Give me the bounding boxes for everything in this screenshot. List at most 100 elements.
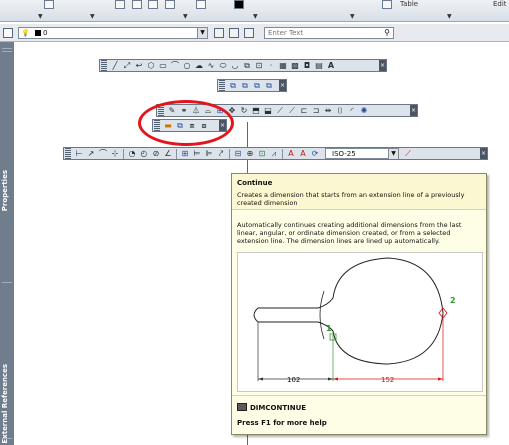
color-swatch-icon[interactable] [234, 0, 244, 9]
layer-states-icon[interactable] [244, 28, 254, 38]
dimension-edit-icon[interactable]: A [286, 149, 296, 159]
send-to-back-icon[interactable]: ⧉ [240, 81, 250, 91]
close-icon[interactable]: × [279, 80, 286, 91]
circle-icon[interactable]: ○ [182, 61, 192, 71]
gradient-icon[interactable]: ▩ [290, 61, 300, 71]
palette-tab-external-references[interactable]: External References [1, 364, 9, 444]
ribbon-panel-edit[interactable]: Edit [493, 0, 507, 8]
chamfer-icon[interactable]: ⌷ [335, 106, 345, 116]
ribbon-tool-icon[interactable] [44, 0, 54, 9]
dimension-style-icon[interactable]: ⟋ [403, 149, 413, 159]
chevron-down-icon[interactable]: ▼ [197, 28, 207, 38]
quick-leader-icon[interactable]: ⤤ [216, 149, 226, 159]
ellipse-icon[interactable]: ⬭ [218, 61, 228, 71]
layer-dropdown[interactable]: 💡 0 ▼ [18, 27, 208, 39]
ribbon-dropdown-arrow[interactable]: ▼ [38, 13, 43, 20]
rotate-icon[interactable]: ↻ [239, 106, 249, 116]
ellipse-arc-icon[interactable]: ◡ [230, 61, 240, 71]
table-icon[interactable]: ▤ [314, 61, 324, 71]
multiline-text-icon[interactable]: A [326, 61, 336, 71]
close-icon[interactable]: × [379, 60, 386, 71]
explode-icon[interactable]: ✺ [359, 106, 369, 116]
palette-grip[interactable] [2, 51, 12, 52]
layer-previous-icon[interactable] [229, 28, 239, 38]
radius-dimension-icon[interactable]: ◔ [127, 149, 137, 159]
dimension-style-dropdown[interactable]: ISO-25 ▼ [325, 148, 399, 159]
ribbon-dropdown-arrow[interactable]: ▼ [183, 13, 188, 20]
ribbon-dropdown-arrow[interactable]: ▼ [447, 13, 452, 20]
stretch-icon[interactable]: ⬓ [263, 106, 273, 116]
dimension-text-edit-icon[interactable]: A [298, 149, 308, 159]
polyline-icon[interactable]: ↩ [134, 61, 144, 71]
quick-dimension-icon[interactable]: ⊞ [180, 149, 190, 159]
tooltip-footer: DIMCONTINUE Press F1 for more help [232, 395, 486, 434]
toolbar-grip[interactable] [219, 80, 225, 91]
center-mark-icon[interactable]: ⊕ [245, 149, 255, 159]
toolbar-separator [176, 148, 177, 159]
dimension-toolbar: ⊢ ↗ ⌒ ⊹ ◔ ◴ ⊘ ∠ ⊞ ⊨ ⊫ ⤤ ⊟ ⊕ ⊡ ⩘ A A ⟳ IS… [63, 147, 488, 160]
palette-grip[interactable] [2, 438, 12, 439]
insert-block-icon[interactable]: ⧉ [242, 61, 252, 71]
ordinate-dimension-icon[interactable]: ⊹ [110, 149, 120, 159]
layer-properties-icon[interactable] [3, 28, 13, 38]
bring-above-icon[interactable]: ⧉ [252, 81, 262, 91]
palette-grip[interactable] [2, 282, 12, 283]
line-icon[interactable]: ╱ [110, 61, 120, 71]
join-icon[interactable]: ⇹ [323, 106, 333, 116]
inspection-icon[interactable]: ⊡ [257, 149, 267, 159]
palette-grip[interactable] [2, 48, 12, 49]
dimension-update-icon[interactable]: ⟳ [310, 149, 320, 159]
send-under-icon[interactable]: ⧉ [264, 81, 274, 91]
tool-palette-strip: Properties External References [0, 42, 14, 445]
angular-dimension-icon[interactable]: ∠ [163, 149, 173, 159]
baseline-dimension-icon[interactable]: ⊨ [192, 149, 202, 159]
spline-icon[interactable]: ∿ [206, 61, 216, 71]
ribbon-panel-table[interactable]: Table [400, 0, 418, 8]
aligned-dimension-icon[interactable]: ↗ [86, 149, 96, 159]
extend-icon[interactable]: ⟋ [287, 106, 297, 116]
binoculars-icon[interactable]: ⚲ [384, 28, 390, 37]
table-icon[interactable] [382, 0, 392, 9]
arc-icon[interactable]: ⌒ [170, 61, 180, 71]
linear-dimension-icon[interactable]: ⊢ [74, 149, 84, 159]
point-icon[interactable]: · [266, 61, 276, 71]
draw-toolbar: ╱ ⤢ ↩ ⬡ ▭ ⌒ ○ ☁ ∿ ⬭ ◡ ⧉ ⊡ · ▦ ▩ ◘ ▤ A × [99, 59, 387, 72]
make-block-icon[interactable]: ⊡ [254, 61, 264, 71]
scale-icon[interactable]: ⬒ [251, 106, 261, 116]
fillet-icon[interactable]: ◜ [347, 106, 357, 116]
hatch-icon[interactable]: ▦ [278, 61, 288, 71]
revision-cloud-icon[interactable]: ☁ [194, 61, 204, 71]
ribbon-dropdown-arrow[interactable]: ▼ [90, 13, 95, 20]
palette-tab-properties[interactable]: Properties [1, 170, 9, 211]
construction-line-icon[interactable]: ⤢ [122, 61, 132, 71]
make-current-layer-icon[interactable] [214, 28, 224, 38]
ribbon-tool-icon[interactable] [165, 0, 175, 9]
continue-dimension-icon[interactable]: ⊫ [204, 149, 214, 159]
ribbon-dropdown-arrow[interactable]: ▼ [350, 13, 355, 20]
diameter-dimension-icon[interactable]: ⊘ [151, 149, 161, 159]
close-icon[interactable]: × [410, 105, 417, 116]
chevron-down-icon[interactable]: ▼ [388, 149, 398, 159]
arc-length-icon[interactable]: ⌒ [98, 149, 108, 159]
text-search-input[interactable] [265, 28, 365, 38]
jogged-dimension-icon[interactable]: ◴ [139, 149, 149, 159]
ribbon-tool-icon[interactable] [148, 0, 158, 9]
text-search-box[interactable]: ⚲ [264, 27, 394, 39]
toolbar-grip[interactable] [65, 148, 71, 159]
break-icon[interactable]: ⊐ [311, 106, 321, 116]
polygon-icon[interactable]: ⬡ [146, 61, 156, 71]
rectangle-icon[interactable]: ▭ [158, 61, 168, 71]
bring-to-front-icon[interactable]: ⧉ [228, 81, 238, 91]
tolerance-icon[interactable]: ⊟ [233, 149, 243, 159]
toolbar-grip[interactable] [101, 60, 107, 71]
trim-icon[interactable]: ⟋ [275, 106, 285, 116]
lightbulb-icon[interactable] [196, 0, 206, 9]
break-at-point-icon[interactable]: ⊏ [299, 106, 309, 116]
ribbon-dropdown-arrow[interactable]: ▼ [253, 13, 258, 20]
jogged-linear-icon[interactable]: ⩘ [269, 149, 279, 159]
layer-toolbar: 💡 0 ▼ ⚲ [0, 24, 509, 42]
pencil-icon[interactable] [115, 0, 125, 9]
close-icon[interactable]: × [480, 148, 487, 159]
region-icon[interactable]: ◘ [302, 61, 312, 71]
ribbon-tool-icon[interactable] [132, 0, 142, 9]
